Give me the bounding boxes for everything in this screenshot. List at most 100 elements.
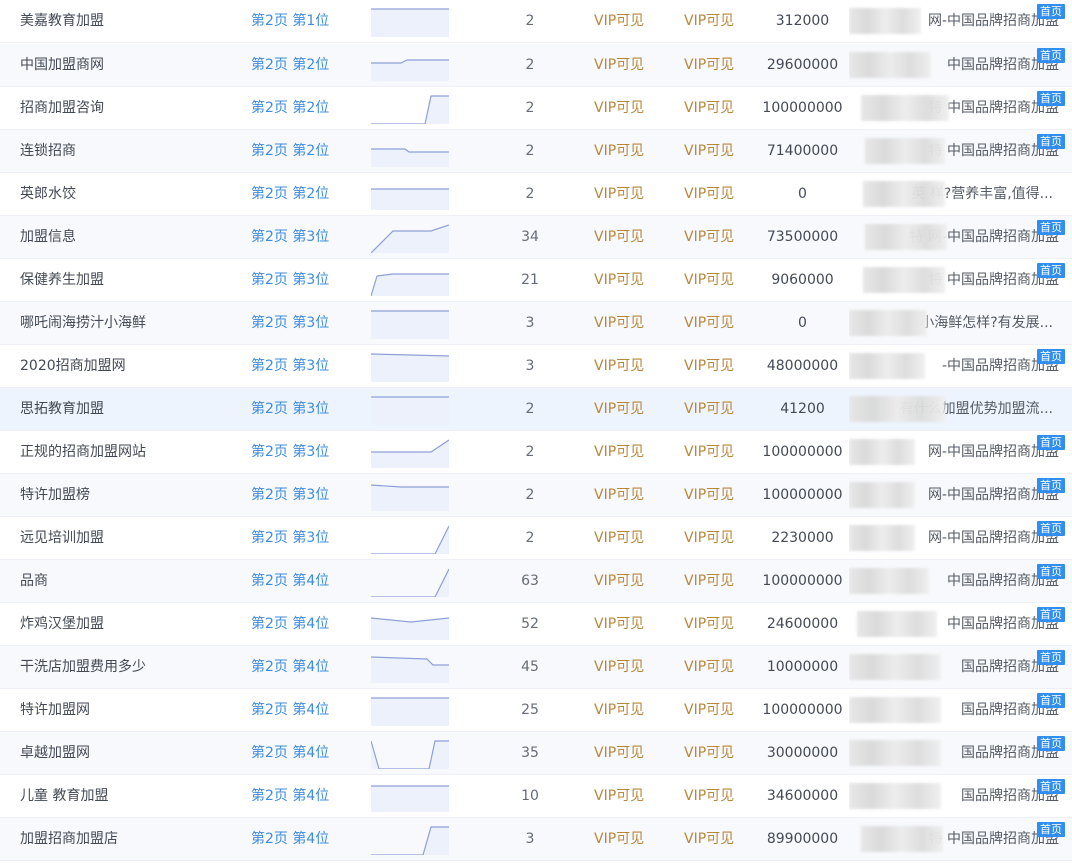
page-title-link[interactable]: 特 网-中国品牌招商加盟 [849, 216, 1061, 258]
page-title-link[interactable]: 特 中国品牌招商加盟 [849, 87, 1061, 129]
page-title-link[interactable]: 有什么加盟优势加盟流... [849, 388, 1061, 430]
vip-visible-link[interactable]: VIP可见 [594, 603, 664, 645]
page-title-link[interactable]: 国品牌招商加盟 [849, 646, 1061, 688]
rank-link[interactable]: 第2页 第2位 [251, 87, 361, 129]
page-title-link[interactable]: 中国品牌招商加盟 [849, 560, 1061, 602]
page-title-link[interactable]: 特 中国品牌招商加盟 [849, 259, 1061, 301]
page-title-link[interactable]: 中国品牌招商加盟 [849, 603, 1061, 645]
page-title-link[interactable]: 小海鲜怎样?有发展... [849, 302, 1061, 344]
home-page-badge[interactable]: 首页 [1037, 4, 1065, 19]
table-row: 干洗店加盟费用多少 第2页 第4位 45 VIP可见 VIP可见 10000000 国品牌招… [0, 646, 1072, 689]
vip-visible-link[interactable]: VIP可见 [594, 0, 664, 42]
vip-visible-link[interactable]: VIP可见 [594, 87, 664, 129]
vip-visible-link[interactable]: VIP可见 [594, 689, 664, 731]
vip-visible-link[interactable]: VIP可见 [594, 646, 664, 688]
vip-visible-link[interactable]: VIP可见 [684, 818, 754, 860]
rank-link[interactable]: 第2页 第3位 [251, 259, 361, 301]
home-page-badge[interactable]: 首页 [1037, 650, 1065, 665]
home-page-badge[interactable]: 首页 [1037, 134, 1065, 149]
page-title-link[interactable]: 国品牌招商加盟 [849, 775, 1061, 817]
vip-visible-link[interactable]: VIP可见 [684, 259, 754, 301]
home-page-badge[interactable]: 首页 [1037, 478, 1065, 493]
vip-visible-link[interactable]: VIP可见 [594, 732, 664, 774]
vip-visible-link[interactable]: VIP可见 [594, 44, 664, 86]
vip-visible-link[interactable]: VIP可见 [594, 302, 664, 344]
rank-link[interactable]: 第2页 第2位 [251, 130, 361, 172]
vip-visible-link[interactable]: VIP可见 [594, 345, 664, 387]
home-page-badge[interactable]: 首页 [1037, 779, 1065, 794]
vip-visible-link[interactable]: VIP可见 [594, 216, 664, 258]
vip-visible-link[interactable]: VIP可见 [684, 130, 754, 172]
rank-link[interactable]: 第2页 第3位 [251, 388, 361, 430]
vip-visible-link[interactable]: VIP可见 [684, 517, 754, 559]
rank-link[interactable]: 第2页 第4位 [251, 603, 361, 645]
home-page-badge[interactable]: 首页 [1037, 822, 1065, 837]
vip-visible-link[interactable]: VIP可见 [594, 259, 664, 301]
rank-link[interactable]: 第2页 第3位 [251, 517, 361, 559]
rank-link[interactable]: 第2页 第3位 [251, 474, 361, 516]
home-page-badge[interactable]: 首页 [1037, 564, 1065, 579]
rank-link[interactable]: 第2页 第2位 [251, 44, 361, 86]
vip-visible-link[interactable]: VIP可见 [594, 775, 664, 817]
rank-link[interactable]: 第2页 第4位 [251, 818, 361, 860]
home-page-badge[interactable]: 首页 [1037, 349, 1065, 364]
page-title-link[interactable]: 国品牌招商加盟 [849, 689, 1061, 731]
vip-visible-link[interactable]: VIP可见 [594, 474, 664, 516]
page-title-link[interactable]: 网-中国品牌招商加盟 [849, 0, 1061, 42]
vip-visible-link[interactable]: VIP可见 [594, 560, 664, 602]
vip-visible-link[interactable]: VIP可见 [684, 689, 754, 731]
page-title-link[interactable]: 网-中国品牌招商加盟 [849, 517, 1061, 559]
vip-visible-link[interactable]: VIP可见 [684, 732, 754, 774]
vip-visible-link[interactable]: VIP可见 [684, 216, 754, 258]
home-page-badge[interactable]: 首页 [1037, 91, 1065, 106]
count-cell: 3 [525, 831, 535, 847]
rank-link[interactable]: 第2页 第2位 [251, 173, 361, 215]
vip-visible-link[interactable]: VIP可见 [684, 87, 754, 129]
table-row: 英郎水饺 第2页 第2位 2 VIP可见 VIP可见 0 英 样?营养丰富,值得... [0, 173, 1072, 216]
page-title-link[interactable]: 网-中国品牌招商加盟 [849, 474, 1061, 516]
vip-visible-link[interactable]: VIP可见 [594, 431, 664, 473]
rank-link[interactable]: 第2页 第4位 [251, 646, 361, 688]
page-title-link[interactable]: 国品牌招商加盟 [849, 732, 1061, 774]
vip-visible-link[interactable]: VIP可见 [594, 130, 664, 172]
home-page-badge[interactable]: 首页 [1037, 435, 1065, 450]
page-title-link[interactable]: 英 样?营养丰富,值得... [849, 173, 1061, 215]
vip-visible-link[interactable]: VIP可见 [684, 431, 754, 473]
rank-link[interactable]: 第2页 第1位 [251, 0, 361, 42]
home-page-badge[interactable]: 首页 [1037, 607, 1065, 622]
rank-link[interactable]: 第2页 第4位 [251, 689, 361, 731]
page-title-link[interactable]: -中国品牌招商加盟 [849, 345, 1061, 387]
page-title-link[interactable]: 特 中国品牌招商加盟 [849, 818, 1061, 860]
rank-link[interactable]: 第2页 第4位 [251, 560, 361, 602]
vip-visible-link[interactable]: VIP可见 [684, 474, 754, 516]
home-page-badge[interactable]: 首页 [1037, 521, 1065, 536]
vip-visible-link[interactable]: VIP可见 [594, 517, 664, 559]
rank-link[interactable]: 第2页 第3位 [251, 302, 361, 344]
vip-visible-link[interactable]: VIP可见 [684, 646, 754, 688]
page-title-link[interactable]: 特 中国品牌招商加盟 [849, 130, 1061, 172]
vip-visible-link[interactable]: VIP可见 [684, 302, 754, 344]
vip-visible-link[interactable]: VIP可见 [594, 388, 664, 430]
page-title-link[interactable]: 网-中国品牌招商加盟 [849, 431, 1061, 473]
vip-visible-link[interactable]: VIP可见 [684, 345, 754, 387]
vip-visible-link[interactable]: VIP可见 [684, 44, 754, 86]
rank-link[interactable]: 第2页 第4位 [251, 775, 361, 817]
vip-visible-link[interactable]: VIP可见 [684, 388, 754, 430]
vip-visible-link[interactable]: VIP可见 [684, 603, 754, 645]
vip-visible-link[interactable]: VIP可见 [684, 775, 754, 817]
vip-visible-link[interactable]: VIP可见 [684, 173, 754, 215]
vip-visible-link[interactable]: VIP可见 [594, 173, 664, 215]
home-page-badge[interactable]: 首页 [1037, 693, 1065, 708]
vip-visible-link[interactable]: VIP可见 [684, 0, 754, 42]
home-page-badge[interactable]: 首页 [1037, 736, 1065, 751]
rank-link[interactable]: 第2页 第3位 [251, 216, 361, 258]
vip-visible-link[interactable]: VIP可见 [684, 560, 754, 602]
home-page-badge[interactable]: 首页 [1037, 48, 1065, 63]
home-page-badge[interactable]: 首页 [1037, 220, 1065, 235]
home-page-badge[interactable]: 首页 [1037, 263, 1065, 278]
rank-link[interactable]: 第2页 第3位 [251, 345, 361, 387]
vip-visible-link[interactable]: VIP可见 [594, 818, 664, 860]
rank-link[interactable]: 第2页 第4位 [251, 732, 361, 774]
page-title-link[interactable]: 中国品牌招商加盟 [849, 44, 1061, 86]
rank-link[interactable]: 第2页 第3位 [251, 431, 361, 473]
